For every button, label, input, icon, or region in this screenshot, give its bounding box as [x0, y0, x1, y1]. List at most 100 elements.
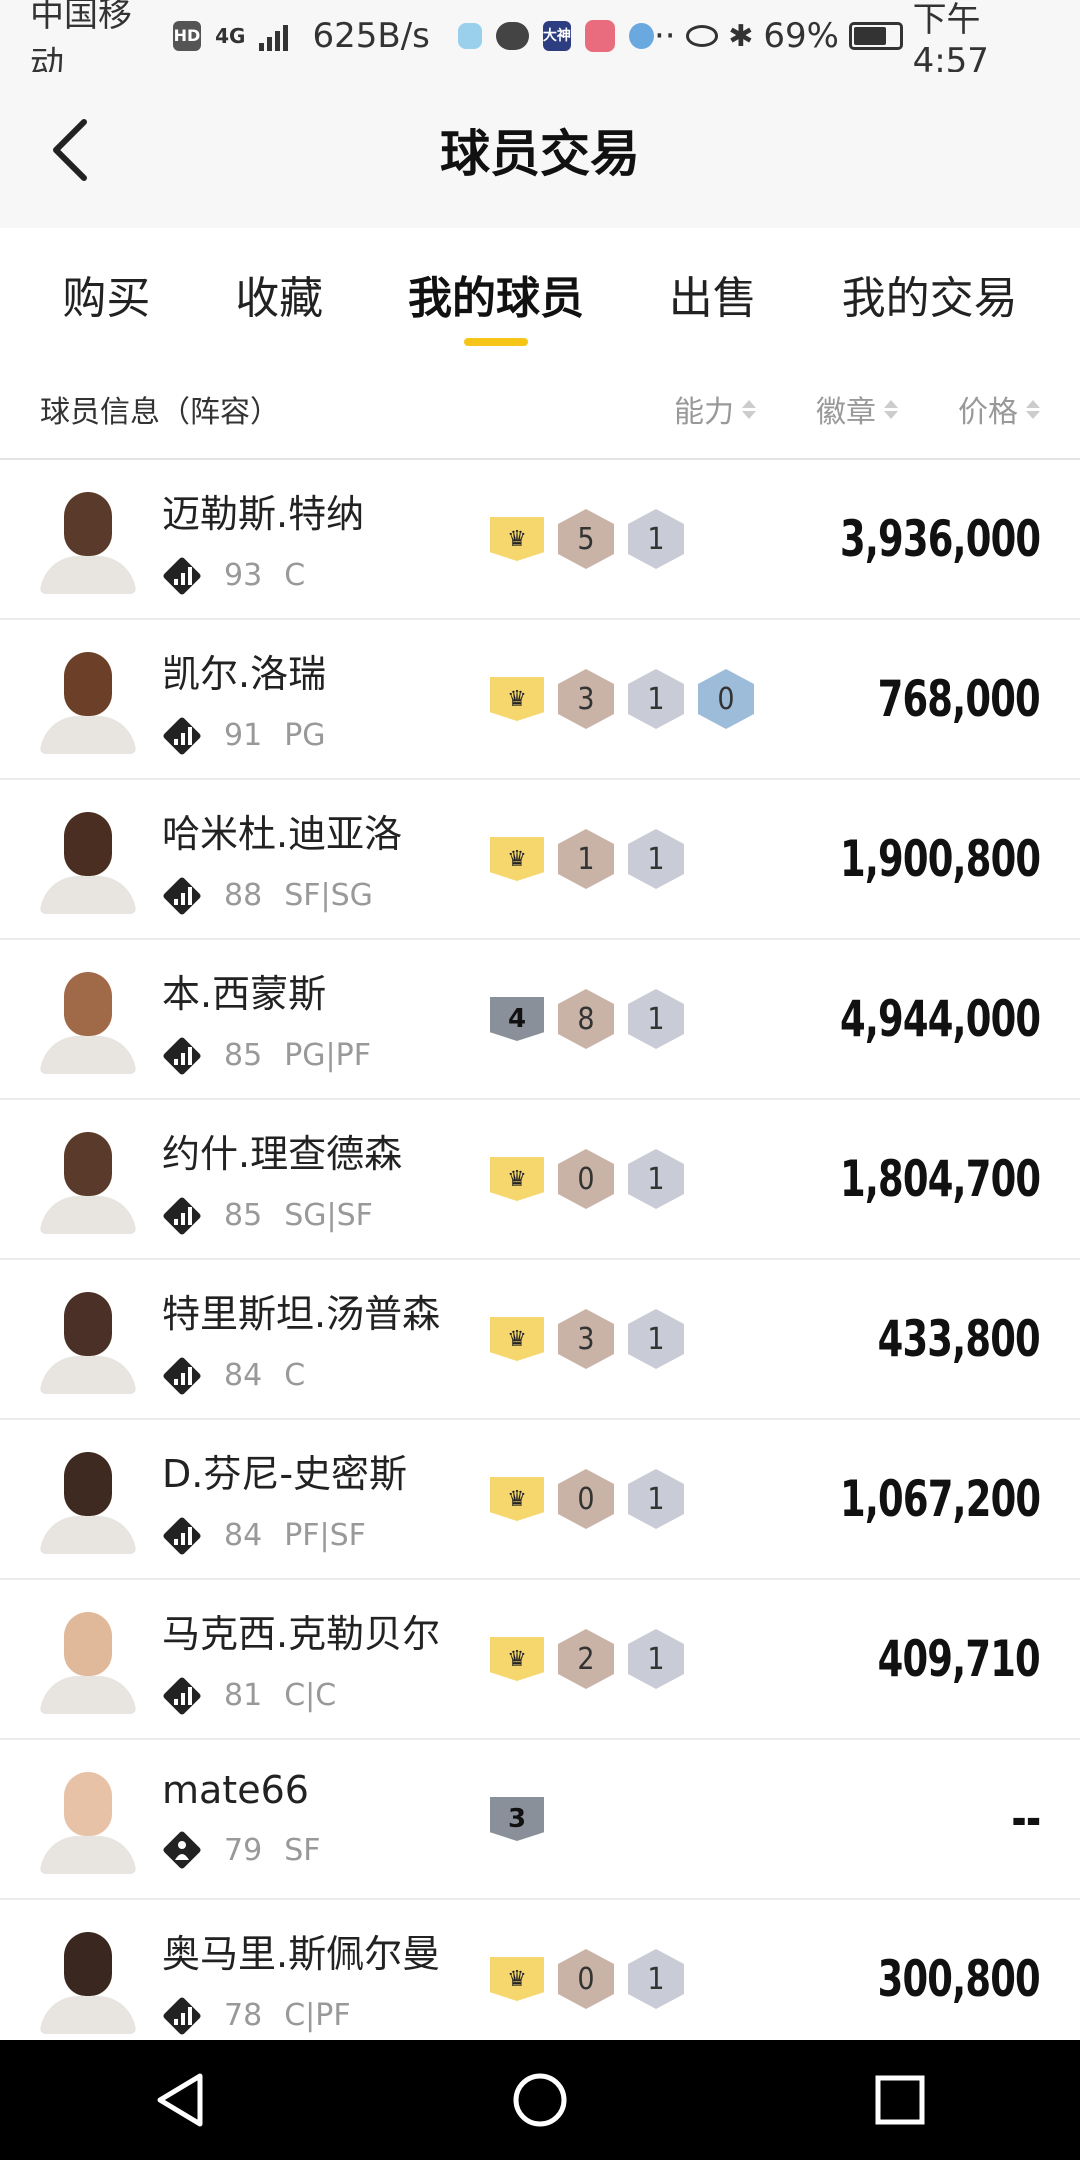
- badge-group: ♛ 2 1: [490, 1629, 684, 1689]
- player-avatar: [40, 1124, 136, 1234]
- player-name: 本.西蒙斯: [162, 971, 327, 1016]
- crown-icon: ♛: [490, 1317, 544, 1361]
- tab-bar: 购买 收藏 我的球员 出售 我的交易: [0, 228, 1080, 360]
- bronze-badge-count: 0: [558, 1949, 614, 2009]
- player-row[interactable]: 约什.理查德森 85 SG|SF ♛ 0 1 1,804,700: [0, 1100, 1080, 1260]
- nav-home-button[interactable]: [500, 2060, 580, 2140]
- sort-badge[interactable]: 徽章: [816, 387, 898, 431]
- player-rating: 81: [224, 1678, 263, 1713]
- player-avatar: [40, 1284, 136, 1394]
- page-title: 球员交易: [440, 125, 640, 183]
- player-position: SG|SF: [284, 1198, 373, 1233]
- sort-ability-label: 能力: [674, 395, 734, 430]
- bars-icon: [174, 2006, 192, 2025]
- player-rating: 78: [224, 1998, 263, 2033]
- column-player-info: 球员信息（阵容）: [40, 395, 280, 430]
- player-row[interactable]: D.芬尼-史密斯 84 PF|SF ♛ 0 1 1,067,200: [0, 1420, 1080, 1580]
- player-name: 哈米杜.迪亚洛: [162, 811, 403, 856]
- player-name: 特里斯坦.汤普森: [162, 1291, 441, 1336]
- silver-badge-count: 1: [628, 1949, 684, 2009]
- player-type-icon: [162, 715, 202, 756]
- tab-buy[interactable]: 购买: [54, 242, 158, 346]
- person-icon: [175, 1841, 189, 1860]
- player-name: 凯尔.洛瑞: [162, 651, 327, 696]
- bars-icon: [174, 886, 192, 905]
- bars-icon: [174, 1686, 192, 1705]
- badge-group: ♛ 0 1: [490, 1469, 684, 1529]
- crown-icon: ♛: [490, 1157, 544, 1201]
- badge-group: ♛ 1 1: [490, 829, 684, 889]
- more-dots-icon: ··: [653, 16, 676, 56]
- badge-group: 481: [490, 989, 684, 1049]
- player-position: PF|SF: [284, 1518, 366, 1553]
- silver-badge-count: 1: [628, 509, 684, 569]
- battery-percent: 69%: [763, 16, 839, 56]
- player-row[interactable]: 马克西.克勒贝尔 81 C|C ♛ 2 1 409,710: [0, 1580, 1080, 1740]
- player-avatar: [40, 1444, 136, 1554]
- player-row[interactable]: mate66 79 SF 3 --: [0, 1740, 1080, 1900]
- tier-shield-badge: 3: [490, 1797, 544, 1841]
- player-price: 4,944,000: [839, 990, 1041, 1048]
- system-nav-bar: [0, 2040, 1080, 2160]
- chevron-left-icon: [53, 119, 87, 181]
- crown-icon: ♛: [490, 1477, 544, 1521]
- bronze-badge-count: 5: [558, 509, 614, 569]
- player-type-icon: [162, 1995, 202, 2036]
- player-rating: 91: [224, 718, 263, 753]
- globe-app-icon: [629, 23, 654, 49]
- sort-arrows-icon: [1026, 399, 1040, 419]
- square-recents-icon: [875, 2075, 925, 2125]
- player-rating: 79: [224, 1832, 263, 1868]
- player-avatar: [40, 1764, 136, 1874]
- sort-arrows-icon: [884, 399, 898, 419]
- bronze-badge-count: 0: [558, 1149, 614, 1209]
- player-type-icon: [162, 1035, 202, 1076]
- badge-group: ♛ 0 1: [490, 1149, 684, 1209]
- player-row[interactable]: 迈勒斯.特纳 93 C ♛ 5 1 3,936,000: [0, 460, 1080, 620]
- player-row[interactable]: 本.西蒙斯 85 PG|PF 481 4,944,000: [0, 940, 1080, 1100]
- player-name: 奥马里.斯佩尔曼: [162, 1931, 441, 1976]
- sort-badge-label: 徽章: [816, 395, 876, 430]
- player-price: 1,900,800: [839, 830, 1041, 888]
- badge-group: ♛ 0 1: [490, 1949, 684, 2009]
- player-row[interactable]: 凯尔.洛瑞 91 PG ♛ 3 1 0 768,000: [0, 620, 1080, 780]
- silver-badge-count: 1: [628, 1309, 684, 1369]
- blue-badge-count: 0: [698, 669, 754, 729]
- player-position: C|PF: [284, 1998, 351, 2033]
- sort-ability[interactable]: 能力: [674, 387, 756, 431]
- player-price: 3,936,000: [839, 510, 1041, 568]
- player-rating: 85: [224, 1198, 263, 1233]
- tab-my-trades[interactable]: 我的交易: [834, 242, 1026, 346]
- player-position: C: [284, 558, 306, 593]
- bars-icon: [174, 566, 192, 585]
- triangle-back-icon: [157, 2073, 203, 2127]
- nav-recents-button[interactable]: [860, 2060, 940, 2140]
- nav-back-button[interactable]: [140, 2060, 220, 2140]
- player-row[interactable]: 奥马里.斯佩尔曼 78 C|PF ♛ 0 1 300,800: [0, 1900, 1080, 2040]
- player-row[interactable]: 特里斯坦.汤普森 84 C ♛ 3 1 433,800: [0, 1260, 1080, 1420]
- player-price: 300,800: [877, 1950, 1041, 2008]
- signal-icon: [259, 21, 289, 51]
- player-avatar: [40, 1924, 136, 2034]
- player-position: SF: [284, 1832, 321, 1868]
- crown-icon: ♛: [490, 1957, 544, 2001]
- tab-favorites[interactable]: 收藏: [227, 242, 331, 346]
- bronze-badge-count: 1: [558, 829, 614, 889]
- crown-icon: ♛: [490, 517, 544, 561]
- tab-my-players[interactable]: 我的球员: [400, 242, 592, 346]
- player-row[interactable]: 哈米杜.迪亚洛 88 SF|SG ♛ 1 1 1,900,800: [0, 780, 1080, 940]
- book-app-icon: [585, 20, 616, 52]
- sort-arrows-icon: [742, 399, 756, 419]
- back-button[interactable]: [40, 119, 100, 181]
- player-avatar: [40, 1604, 136, 1714]
- tab-sell[interactable]: 出售: [661, 242, 765, 346]
- player-list[interactable]: 迈勒斯.特纳 93 C ♛ 5 1 3,936,000 凯尔.洛瑞 91 PG ♛ 3…: [0, 460, 1080, 2040]
- player-price: 1,067,200: [839, 1470, 1041, 1528]
- bronze-badge-count: 3: [558, 669, 614, 729]
- player-type-icon: [162, 1830, 202, 1870]
- crown-icon: ♛: [490, 1637, 544, 1681]
- tier-shield-badge: 4: [490, 997, 544, 1041]
- sort-price[interactable]: 价格: [958, 387, 1040, 431]
- player-price: 768,000: [877, 670, 1041, 728]
- network-speed: 625B/s: [312, 16, 430, 56]
